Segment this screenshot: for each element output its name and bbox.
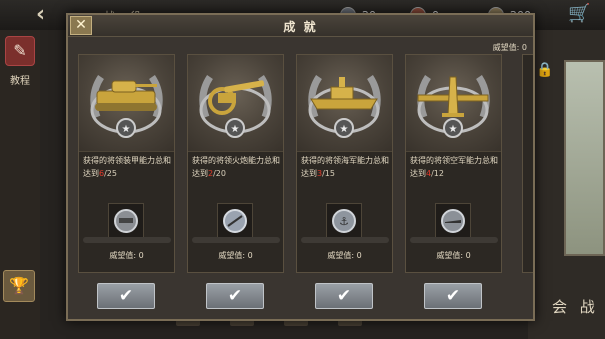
achievement-card-artillery: ★ 获得的将领火炮能力总和达到2/20 威望值: 0 (187, 54, 284, 273)
book-icon: ✎ (5, 36, 35, 66)
achievement-description: 获得的将领空军能力总和达到4/12 (410, 156, 498, 178)
svg-text:★: ★ (340, 124, 349, 135)
achievement-card-airforce: ★ 获得的将领空军能力总和达到4/12 威望值: 0 (405, 54, 502, 273)
card-prestige: 威望值: 0 (327, 251, 362, 260)
tank-icon: ★ (79, 55, 174, 152)
medal-bar (192, 237, 280, 243)
artillery-icon: ★ (188, 55, 283, 152)
progress-target: /15 (322, 169, 335, 178)
progress-target: /20 (213, 169, 226, 178)
artillery-medal-icon (217, 203, 253, 239)
svg-text:⚓: ⚓ (339, 215, 349, 228)
achievement-card-navy: ★ 获得的将领海军能力总和达到3/15 ⚓ 威望值: 0 (296, 54, 393, 273)
claim-button-navy[interactable]: ✔ (315, 283, 373, 309)
claim-button-airforce[interactable]: ✔ (424, 283, 482, 309)
achievement-description: 获得的将领火炮能力总和达到2/20 (192, 156, 280, 178)
dialog-header: ✕ 成 就 (68, 15, 533, 37)
shop-cart-icon[interactable]: 🛒 (568, 3, 594, 27)
medal-bar (301, 237, 389, 243)
airforce-medal-icon (435, 203, 471, 239)
card-prestige: 威望值: 0 (218, 251, 253, 260)
campaign-card[interactable] (564, 60, 605, 256)
achievements-dialog: ✕ 成 就 威望值: 0 ★ 获得的将领装甲能力总和达到6/25 威望值: 0 … (66, 13, 535, 321)
progress-target: /12 (431, 169, 444, 178)
medal-bar (410, 237, 498, 243)
warship-icon: ★ (297, 55, 392, 152)
progress-target: /25 (104, 169, 117, 178)
achievement-description: 获得的将领海军能力总和达到3/15 (301, 156, 389, 178)
achievement-description: 获得的将领装甲能力总和达到6/25 (83, 156, 171, 178)
battle-label[interactable]: 会 战 (552, 296, 599, 317)
svg-text:★: ★ (231, 124, 240, 135)
dialog-title: 成 就 (283, 20, 318, 34)
trophy-icon[interactable]: 🏆 (3, 270, 35, 302)
svg-text:★: ★ (449, 124, 458, 135)
navy-medal-icon: ⚓ (326, 203, 362, 239)
claim-button-armor[interactable]: ✔ (97, 283, 155, 309)
armor-medal-icon (108, 203, 144, 239)
achievement-list: ★ 获得的将领装甲能力总和达到6/25 威望值: 0 ★ 获得的将领火炮能力总和… (78, 54, 533, 286)
back-arrow-icon[interactable]: ‹ (36, 4, 58, 26)
achievement-card-armor: ★ 获得的将领装甲能力总和达到6/25 威望值: 0 (78, 54, 175, 273)
prestige-total: 威望值: 0 (492, 43, 527, 52)
card-prestige: 威望值: 0 (436, 251, 471, 260)
fighter-plane-icon: ★ (406, 55, 501, 152)
svg-text:★: ★ (122, 124, 131, 135)
claim-button-artillery[interactable]: ✔ (206, 283, 264, 309)
tutorial-button[interactable]: ✎ 教程 (2, 36, 38, 92)
card-prestige: 威望值: 0 (109, 251, 144, 260)
achievement-card-partial (522, 54, 533, 273)
lock-icon: 🔒 (536, 62, 554, 78)
medal-bar (83, 237, 171, 243)
